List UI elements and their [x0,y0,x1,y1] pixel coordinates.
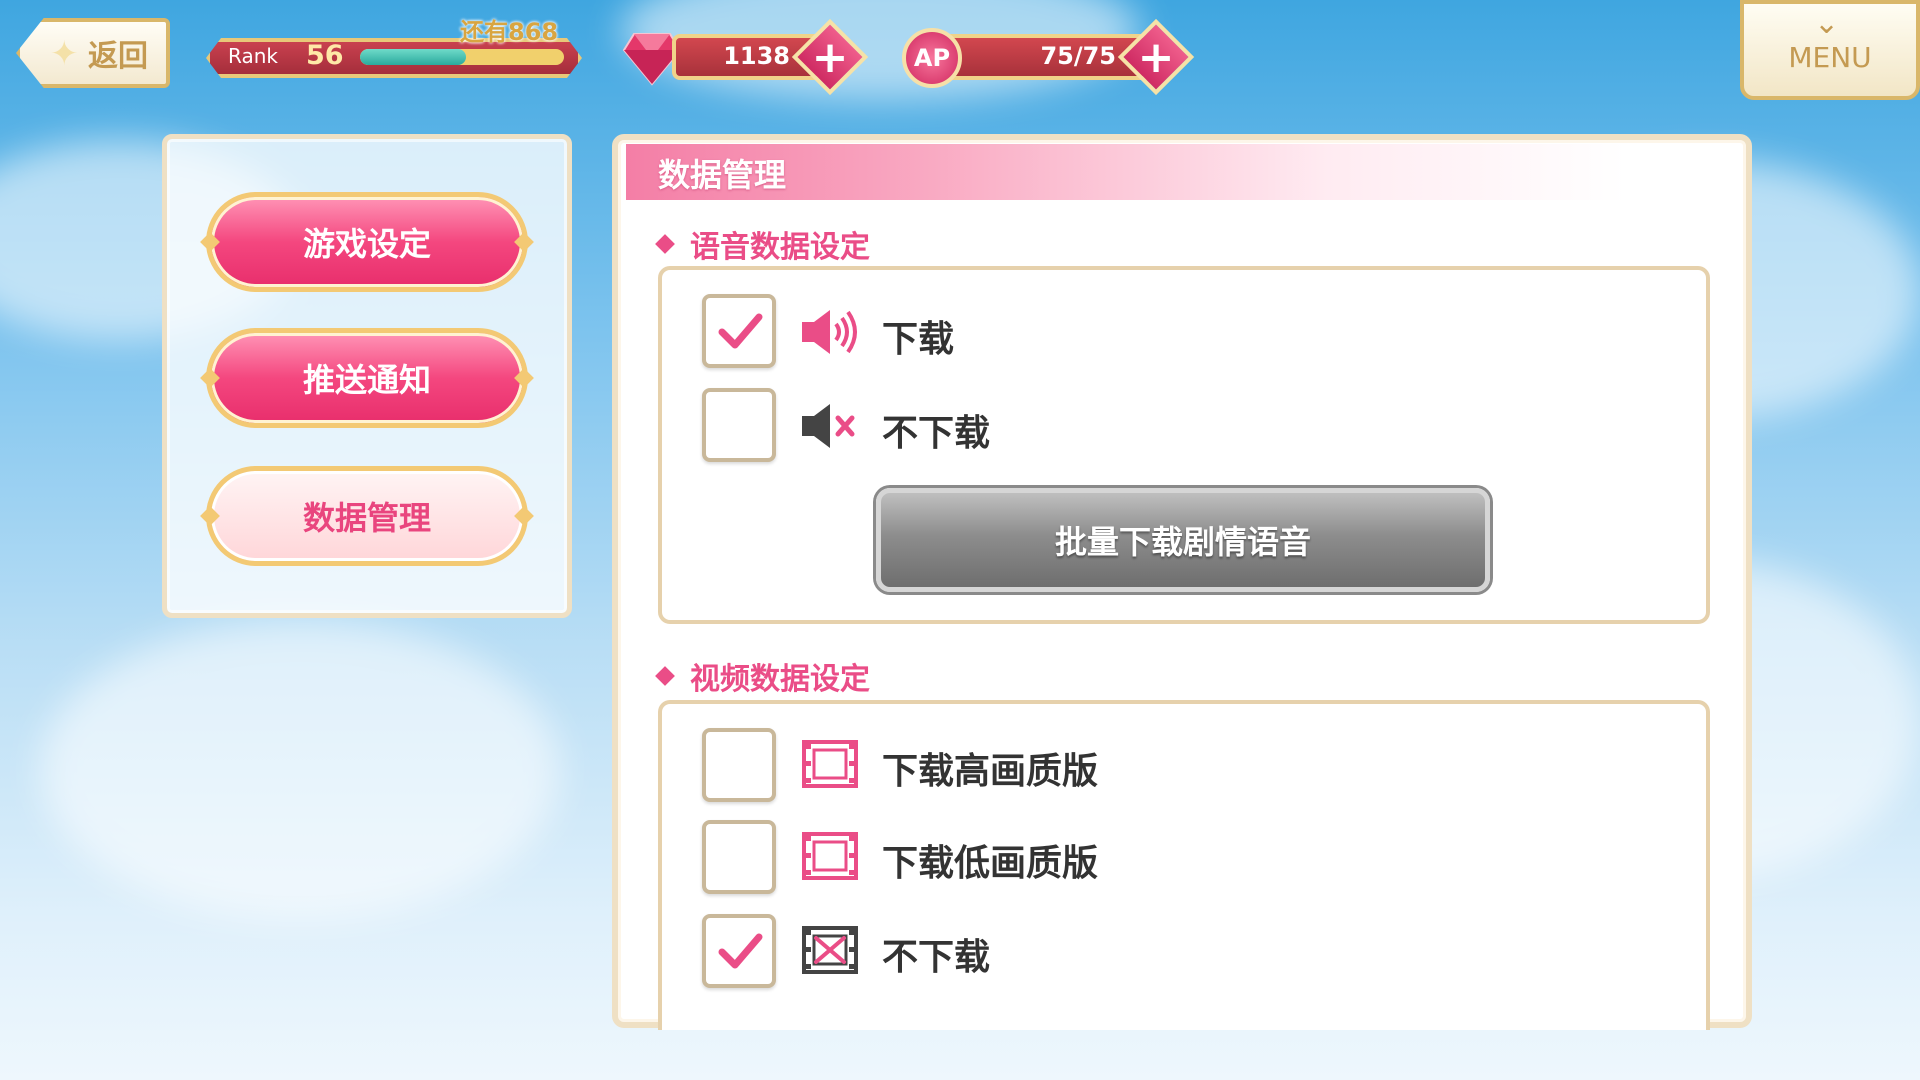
diamond-icon [655,234,675,254]
chevron-down-icon: ⌄ [1814,6,1840,41]
voice-no-download-label: 不下载 [882,413,991,454]
video-no-download-label: 不下载 [882,937,991,978]
sparkle-icon: ✦ [50,34,79,74]
rank-progress-bar [360,49,564,65]
speaker-on-icon [802,310,857,354]
nav-game-settings[interactable]: 游戏设定 [200,192,534,292]
diamond-icon [655,666,675,686]
menu-label: MENU [1788,40,1872,74]
rank-remaining: 还有868 [460,18,559,46]
speaker-mute-icon [802,404,855,448]
bulk-download-voice-button[interactable]: 批量下载剧情语音 [876,488,1490,592]
nav-label: 推送通知 [302,361,431,399]
nav-label: 游戏设定 [302,225,431,263]
cloud [40,620,560,920]
video-no-download-checkbox[interactable] [702,914,776,988]
video-low-quality-label: 下载低画质版 [882,843,1099,884]
rank-progress-fill [360,49,467,65]
voice-no-download-checkbox[interactable] [702,388,776,462]
menu-button[interactable]: ⌄ MENU [1740,0,1920,100]
checkmark-icon [718,313,763,349]
video-high-quality-checkbox[interactable] [702,728,776,802]
video-section-heading: 视频数据设定 [655,654,870,698]
voice-download-label: 下载 [882,319,955,360]
ap-icon: AP [902,28,962,88]
rank-value: 56 [306,40,344,71]
voice-download-checkbox[interactable] [702,294,776,368]
rank-label: Rank [228,44,278,68]
film-off-icon [802,926,858,974]
nav-data-management[interactable]: 数据管理 [200,466,534,566]
ap-label: AP [913,44,951,72]
nav-label: 数据管理 [302,499,431,537]
video-high-quality-label: 下载高画质版 [882,751,1099,792]
video-low-quality-checkbox[interactable] [702,820,776,894]
ap-value: 75/75 [1040,42,1116,70]
gem-count: 1138 [723,42,790,70]
film-icon [802,832,858,880]
voice-heading-label: 语音数据设定 [690,230,870,265]
film-icon [802,740,858,788]
panel-title: 数据管理 [658,156,787,194]
checkmark-icon [718,933,763,969]
nav-push-notifications[interactable]: 推送通知 [200,328,534,428]
back-button[interactable]: ✦ 返回 [16,18,170,88]
voice-section-heading: 语音数据设定 [655,222,870,266]
bulk-download-label: 批量下载剧情语音 [1054,523,1311,561]
video-heading-label: 视频数据设定 [690,662,870,697]
back-label: 返回 [88,39,148,74]
